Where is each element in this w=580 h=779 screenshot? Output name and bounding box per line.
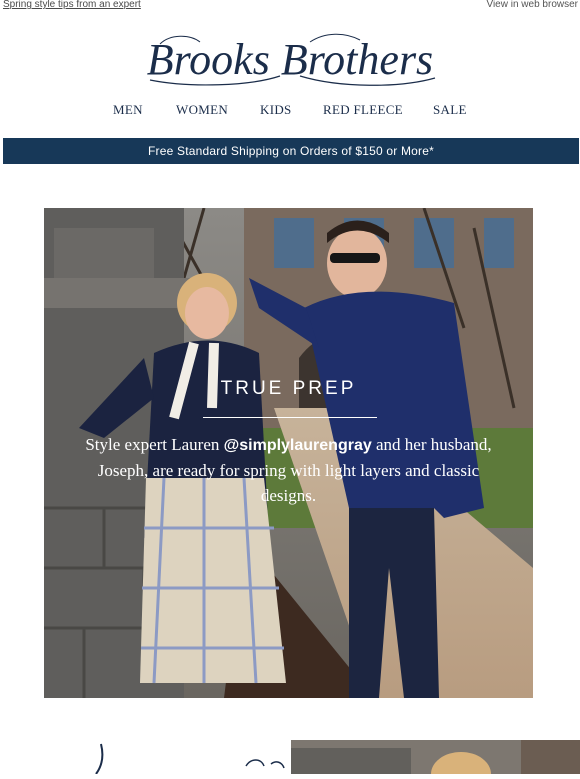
logo-text: Brooks Brothers [147, 35, 433, 84]
hero-banner[interactable]: TRUE PREP Style expert Lauren @simplylau… [44, 208, 533, 698]
brooks-brothers-wordmark: Brooks Brothers [147, 33, 436, 86]
hero-copy-intro: Style expert Lauren [85, 435, 224, 454]
nav-item-women[interactable]: WOMEN [176, 102, 228, 118]
view-in-browser-link[interactable]: View in web browser [486, 0, 578, 10]
free-shipping-banner[interactable]: Free Standard Shipping on Orders of $150… [3, 138, 579, 164]
script-heading-partial [86, 736, 286, 775]
main-nav: MEN WOMEN KIDS RED FLEECE SALE [0, 102, 580, 120]
hero-divider [203, 417, 377, 418]
preheader-tagline-link[interactable]: Spring style tips from an expert [3, 0, 141, 10]
secondary-photo [291, 740, 580, 774]
brand-logo[interactable]: Brooks Brothers [130, 30, 450, 90]
hero-description: Style expert Lauren @simplylaurengray an… [74, 432, 503, 508]
nav-item-kids[interactable]: KIDS [260, 102, 292, 118]
nav-item-sale[interactable]: SALE [433, 102, 467, 118]
secondary-photo-partial[interactable] [291, 740, 580, 774]
nav-item-men[interactable]: MEN [113, 102, 143, 118]
instagram-handle[interactable]: @simplylaurengray [224, 437, 372, 454]
nav-item-red-fleece[interactable]: RED FLEECE [323, 102, 403, 118]
hero-title: TRUE PREP [220, 378, 357, 399]
preheader: Spring style tips from an expert View in… [0, 0, 580, 12]
script-lettering-decoration [95, 743, 285, 775]
